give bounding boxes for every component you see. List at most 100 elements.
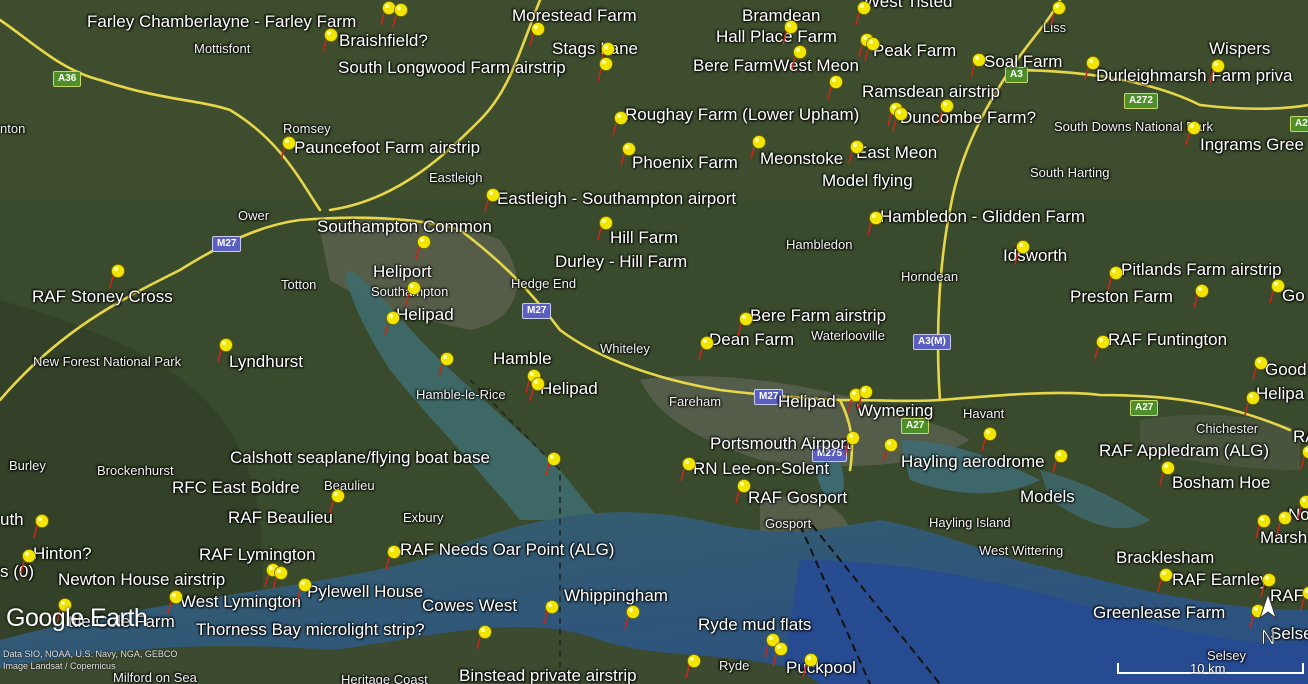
pushpin-icon[interactable]: [474, 624, 494, 650]
pushpin-icon[interactable]: [320, 27, 340, 53]
marker-label-hinton[interactable]: Hinton?: [33, 545, 92, 562]
pushpin-icon[interactable]: [842, 430, 862, 456]
pushpin-icon[interactable]: [1082, 55, 1102, 81]
pushpin-icon[interactable]: [618, 141, 638, 167]
pushpin-icon[interactable]: [1155, 567, 1175, 593]
marker-label-hall-place[interactable]: Hall Place Farm: [716, 28, 837, 45]
marker-label-models[interactable]: Models: [1020, 488, 1075, 505]
pushpin-icon[interactable]: [215, 337, 235, 363]
pushpin-icon[interactable]: [1092, 334, 1112, 360]
marker-label-raf-lymington[interactable]: RAF Lymington: [199, 546, 316, 563]
pushpin-icon[interactable]: [880, 437, 900, 463]
marker-label-bosham-hoe[interactable]: Bosham Hoe: [1172, 474, 1270, 491]
marker-label-lyndhurst[interactable]: Lyndhurst: [229, 353, 303, 370]
pushpin-icon[interactable]: [390, 2, 410, 28]
marker-label-ryde-mud[interactable]: Ryde mud flats: [698, 616, 811, 633]
marker-label-ingrams[interactable]: Ingrams Gree: [1200, 136, 1304, 153]
marker-label-west-lymington[interactable]: West Lymington: [180, 593, 301, 610]
marker-label-calshott[interactable]: Calshott seaplane/flying boat base: [230, 449, 490, 466]
marker-label-puckpool[interactable]: Puckpool: [786, 659, 856, 676]
map-view[interactable]: A36 M27 M27 M27 A3(M) A27 A27 A3 A272 A2…: [0, 0, 1308, 684]
marker-label-hamble[interactable]: Hamble: [493, 350, 552, 367]
marker-label-raf-earnley[interactable]: RAF Earnley: [1172, 571, 1268, 588]
pushpin-icon[interactable]: [846, 139, 866, 165]
pushpin-icon[interactable]: [936, 98, 956, 124]
pushpin-icon[interactable]: [327, 488, 347, 514]
marker-label-east-meon[interactable]: East Meon: [856, 144, 937, 161]
pushpin-icon[interactable]: [527, 21, 547, 47]
pushpin-icon[interactable]: [1274, 510, 1294, 536]
marker-label-raf-funtington[interactable]: RAF Funtington: [1108, 331, 1227, 348]
pushpin-icon[interactable]: [610, 110, 630, 136]
pushpin-icon[interactable]: [1295, 494, 1308, 520]
marker-label-pauncefoot[interactable]: Pauncefoot Farm airstrip: [294, 139, 480, 156]
marker-label-roughay[interactable]: Roughay Farm (Lower Upham): [625, 106, 859, 123]
pushpin-icon[interactable]: [1267, 278, 1287, 304]
pushpin-icon[interactable]: [1253, 513, 1273, 539]
pushpin-icon[interactable]: [1250, 355, 1270, 381]
pushpin-icon[interactable]: [413, 234, 433, 260]
pushpin-icon[interactable]: [890, 106, 910, 132]
marker-label-southampton-common[interactable]: Southampton Common: [317, 218, 492, 235]
marker-label-duncombe[interactable]: Duncombe Farm?: [900, 109, 1036, 126]
marker-label-hambledon-glidden[interactable]: Hambledon - Glidden Farm: [880, 208, 1085, 225]
marker-label-binstead[interactable]: Binstead private airstrip: [459, 667, 637, 684]
pushpin-icon[interactable]: [735, 311, 755, 337]
pushpin-icon[interactable]: [748, 134, 768, 160]
pushpin-icon[interactable]: [107, 263, 127, 289]
pushpin-icon[interactable]: [1298, 444, 1308, 470]
pushpin-icon[interactable]: [482, 187, 502, 213]
marker-label-good[interactable]: Good: [1265, 361, 1307, 378]
pushpin-icon[interactable]: [865, 210, 885, 236]
marker-label-raf-appledram[interactable]: RAF Appledram (ALG): [1099, 442, 1269, 459]
marker-label-pylewell[interactable]: Pylewell House: [307, 583, 423, 600]
pushpin-icon[interactable]: [1157, 460, 1177, 486]
marker-label-bere-farm-airstrip[interactable]: Bere Farm airstrip: [750, 307, 886, 324]
marker-label-greenlease[interactable]: Greenlease Farm: [1093, 604, 1225, 621]
pushpin-icon[interactable]: [800, 652, 820, 678]
pushpin-icon[interactable]: [31, 513, 51, 539]
marker-label-meonstoke[interactable]: Meonstoke: [760, 150, 843, 167]
pushpin-icon[interactable]: [678, 456, 698, 482]
pushpin-icon[interactable]: [825, 74, 845, 100]
marker-label-phoenix[interactable]: Phoenix Farm: [632, 154, 738, 171]
marker-label-helipad-3[interactable]: Helipad: [778, 393, 836, 410]
pushpin-icon[interactable]: [541, 599, 561, 625]
marker-label-south-longwood[interactable]: South Longwood Farm airstrip: [338, 59, 566, 76]
marker-label-raf-edge[interactable]: RA: [1293, 428, 1308, 445]
pushpin-icon[interactable]: [527, 376, 547, 402]
pushpin-icon[interactable]: [278, 135, 298, 161]
pushpin-icon[interactable]: [1050, 448, 1070, 474]
pushpin-icon[interactable]: [1048, 0, 1068, 26]
pushpin-icon[interactable]: [436, 351, 456, 377]
pushpin-icon[interactable]: [770, 641, 790, 667]
marker-label-helipad-1[interactable]: Helipad: [396, 306, 454, 323]
marker-label-heliport[interactable]: Heliport: [373, 263, 432, 280]
pushpin-icon[interactable]: [382, 310, 402, 336]
marker-label-peak-farm[interactable]: Peak Farm: [873, 42, 956, 59]
pushpin-icon[interactable]: [683, 653, 703, 679]
marker-label-durley[interactable]: Durley - Hill Farm: [555, 253, 687, 270]
pushpin-icon[interactable]: [1191, 283, 1211, 309]
marker-label-newton-house[interactable]: Newton House airstrip: [58, 571, 225, 588]
marker-label-helipad-2[interactable]: Helipad: [540, 380, 598, 397]
marker-label-raf-beaulieu[interactable]: RAF Beaulieu: [228, 509, 333, 526]
marker-label-west-tisted[interactable]: West Tisted: [864, 0, 953, 10]
marker-label-eastleigh-airport[interactable]: Eastleigh - Southampton airport: [497, 190, 736, 207]
pushpin-icon[interactable]: [595, 215, 615, 241]
pushpin-icon[interactable]: [780, 19, 800, 45]
marker-label-bracklesham[interactable]: Bracklesham: [1116, 549, 1214, 566]
pushpin-icon[interactable]: [1298, 585, 1308, 611]
pushpin-icon[interactable]: [1207, 58, 1227, 84]
pushpin-icon[interactable]: [1105, 265, 1125, 291]
marker-label-rn-lee[interactable]: RN Lee-on-Solent: [693, 460, 829, 477]
marker-label-whippingham[interactable]: Whippingham: [564, 587, 668, 604]
pushpin-icon[interactable]: [595, 56, 615, 82]
marker-label-helipa[interactable]: Helipa: [1256, 385, 1304, 402]
pushpin-icon[interactable]: [165, 589, 185, 615]
pushpin-icon[interactable]: [1242, 390, 1262, 416]
pushpin-icon[interactable]: [622, 604, 642, 630]
compass-north-arrow-icon[interactable]: N: [1256, 592, 1280, 648]
marker-label-rfc-east-boldre[interactable]: RFC East Boldre: [172, 479, 300, 496]
marker-label-soal-farm[interactable]: Soal Farm: [984, 53, 1062, 70]
